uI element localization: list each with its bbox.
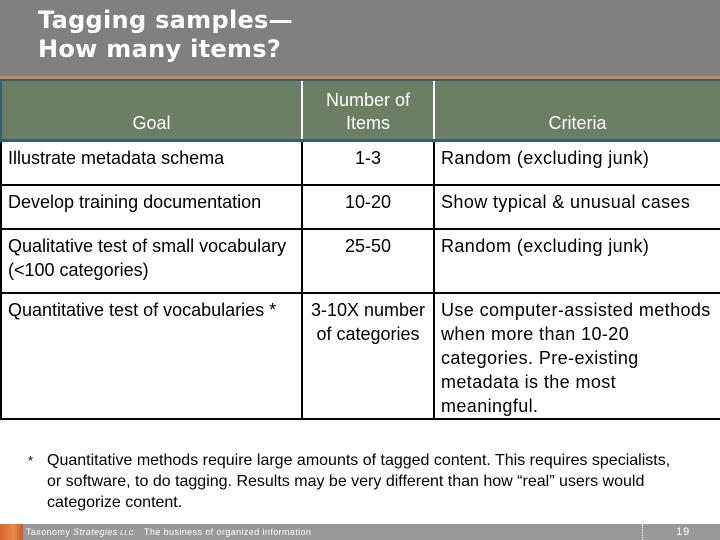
cell-goal: Illustrate metadata schema [0,139,303,186]
table-header-row: Goal Number of Items Criteria [0,81,720,142]
cell-items: 1-3 [301,139,435,186]
column-header-number-of-items: Number of Items [302,81,435,142]
footnote-text: Quantitative methods require large amoun… [47,452,671,511]
cell-criteria: Show typical & unusual cases [433,184,720,230]
company-logo-icon [0,524,23,540]
table-row: Qualitative test of small vocabulary (<1… [0,228,720,294]
cell-criteria: Use computer-assisted methods when more … [433,292,720,420]
cell-items: 25-50 [301,228,435,294]
cell-goal: Qualitative test of small vocabulary (<1… [0,228,303,294]
cell-items: 10-20 [301,184,435,230]
brand-suffix: LLC [117,530,135,537]
column-header-goal: Goal [0,81,303,142]
title-band: Tagging samples— How many items? [0,0,720,76]
cell-criteria: Random (excluding junk) [433,228,720,294]
sample-size-table: Goal Number of Items Criteria Illustrate… [0,81,720,420]
brand-name: Taxonomy [26,527,74,537]
page-number: 19 [676,526,691,538]
cell-goal: Quantitative test of vocabularies * [0,292,303,420]
table-row: Illustrate metadata schema 1-3 Random (e… [0,139,720,186]
cell-goal: Develop training documentation [0,184,303,230]
footer-divider [642,524,643,540]
footer-tagline: The business of organized information [144,527,312,537]
footnote: * Quantitative methods require large amo… [28,450,688,513]
brand-name-italic: Strategies [73,527,118,537]
cell-items: 3-10X number of categories [301,292,435,420]
slide-title-line-1: Tagging samples— [38,6,293,34]
column-header-number-line-2: Items [345,113,390,133]
footer-brand: Taxonomy Strategies LLC The business of o… [26,527,311,539]
table-row: Develop training documentation 10-20 Sho… [0,184,720,230]
column-header-criteria: Criteria [434,81,720,142]
column-header-number-line-1: Number of [325,90,411,110]
footer-bar: Taxonomy Strategies LLC The business of o… [0,524,720,540]
slide-title-line-2: How many items? [38,35,282,63]
footnote-marker: * [28,453,34,468]
cell-criteria: Random (excluding junk) [433,139,720,186]
table-row: Quantitative test of vocabularies * 3-10… [0,292,720,420]
slide-title: Tagging samples— How many items? [38,6,293,64]
